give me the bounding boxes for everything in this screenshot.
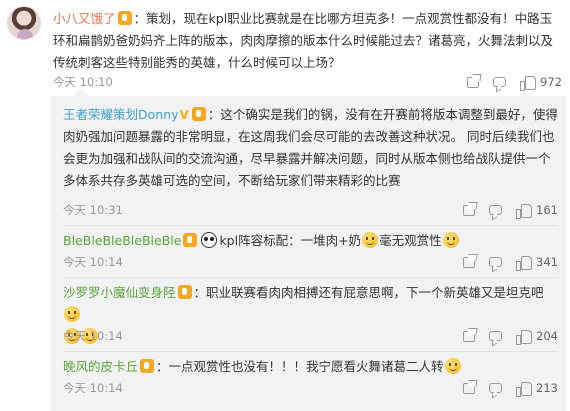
like-icon[interactable] [520,75,537,91]
member-badge-icon [140,359,155,373]
reply-4-time: 今天 10:14 [63,381,123,395]
reply-2-time: 今天 10:14 [63,255,123,269]
like-icon[interactable] [516,203,533,219]
comment-thread: 小八又饿了 ：策划，现在kpl职业比赛就是在比哪方坦克多！一点观赏性都没有！中路玉… [0,0,570,411]
reply-3-time: 今天 10:14 [63,329,123,343]
divider [63,225,558,226]
reply-1-time: 今天 10:31 [63,203,123,217]
reply-2-text-b: 毫无观赏性 [379,233,442,248]
like-count: 341 [536,255,558,269]
share-icon[interactable] [463,330,476,342]
reply-2-meta: 今天 10:14 [63,254,123,270]
top-comment-username[interactable]: 小八又饿了 [53,11,116,26]
reply-2-username[interactable]: BleBleBleBleBleBle [63,233,181,248]
like-icon[interactable] [516,255,533,271]
reply-1-username[interactable]: 王者荣耀策划Donny [63,107,179,122]
divider [63,351,558,352]
comment-icon[interactable] [489,257,503,267]
reply-4-meta: 今天 10:14 [63,380,123,396]
member-badge-icon [191,107,206,121]
reply-3-meta: 今天 10:14 [63,328,123,344]
top-comment: 小八又饿了 ：策划，现在kpl职业比赛就是在比哪方坦克多！一点观赏性都没有！中路玉… [53,8,563,74]
panda-icon [201,232,218,248]
reply-3-username[interactable]: 沙罗罗小魔仙变身陉 [63,285,176,300]
like-icon[interactable] [516,329,533,345]
reply-1: 王者荣耀策划DonnyV ：这个确实是我们的锅，没有在开赛前将版本调整到最好，使得… [63,104,558,192]
replies-panel: 王者荣耀策划DonnyV ：这个确实是我们的锅，没有在开赛前将版本调整到最好，使得… [51,88,566,411]
top-comment-actions: 972 [453,75,562,91]
reply-2-text-a: kpl阵容标配：一堆肉+奶 [219,233,362,248]
like-count: 204 [536,329,558,343]
sweat-emoji-icon [444,358,461,374]
like-count: 161 [536,203,558,217]
member-badge-icon [177,285,192,299]
comment-icon[interactable] [489,383,503,393]
share-icon[interactable] [467,76,480,88]
comment-icon[interactable] [489,205,503,215]
divider [63,277,558,278]
like-count: 213 [536,381,558,395]
reply-4-actions: 213 [449,381,558,397]
comment-icon[interactable] [493,77,507,87]
reply-3-actions: 204 [449,329,558,345]
reply-2-actions: 341 [449,255,558,271]
smile-emoji-icon [442,232,459,248]
reply-4-text: ：一点观赏性也没有！！！我宁愿看火舞诸葛二人转 [156,359,444,374]
share-icon[interactable] [463,382,476,394]
reply-4: 晚风的皮卡丘 ：一点观赏性也没有！！！我宁愿看火舞诸葛二人转 [63,356,558,378]
reply-4-username[interactable]: 晚风的皮卡丘 [63,359,138,374]
reply-2: BleBleBleBleBleBle kpl阵容标配：一堆肉+奶 毫无观赏性 [63,230,558,252]
comment-icon[interactable] [489,331,503,341]
reply-1-meta: 今天 10:31 [63,202,123,218]
reply-3-text: ：职业联赛看肉肉相搏还有屁意思啊，下一个新英雄又是坦克吧 [193,285,544,300]
like-count: 972 [540,75,562,89]
share-icon[interactable] [463,256,476,268]
share-icon[interactable] [463,204,476,216]
smile-emoji-icon [362,232,379,248]
verified-v-icon: V [179,108,189,122]
avatar[interactable] [7,6,41,40]
member-badge-icon [117,11,132,25]
smile-emoji-icon [64,306,80,322]
reply-1-actions: 161 [449,203,558,219]
member-badge-icon [183,233,198,247]
like-icon[interactable] [516,381,533,397]
